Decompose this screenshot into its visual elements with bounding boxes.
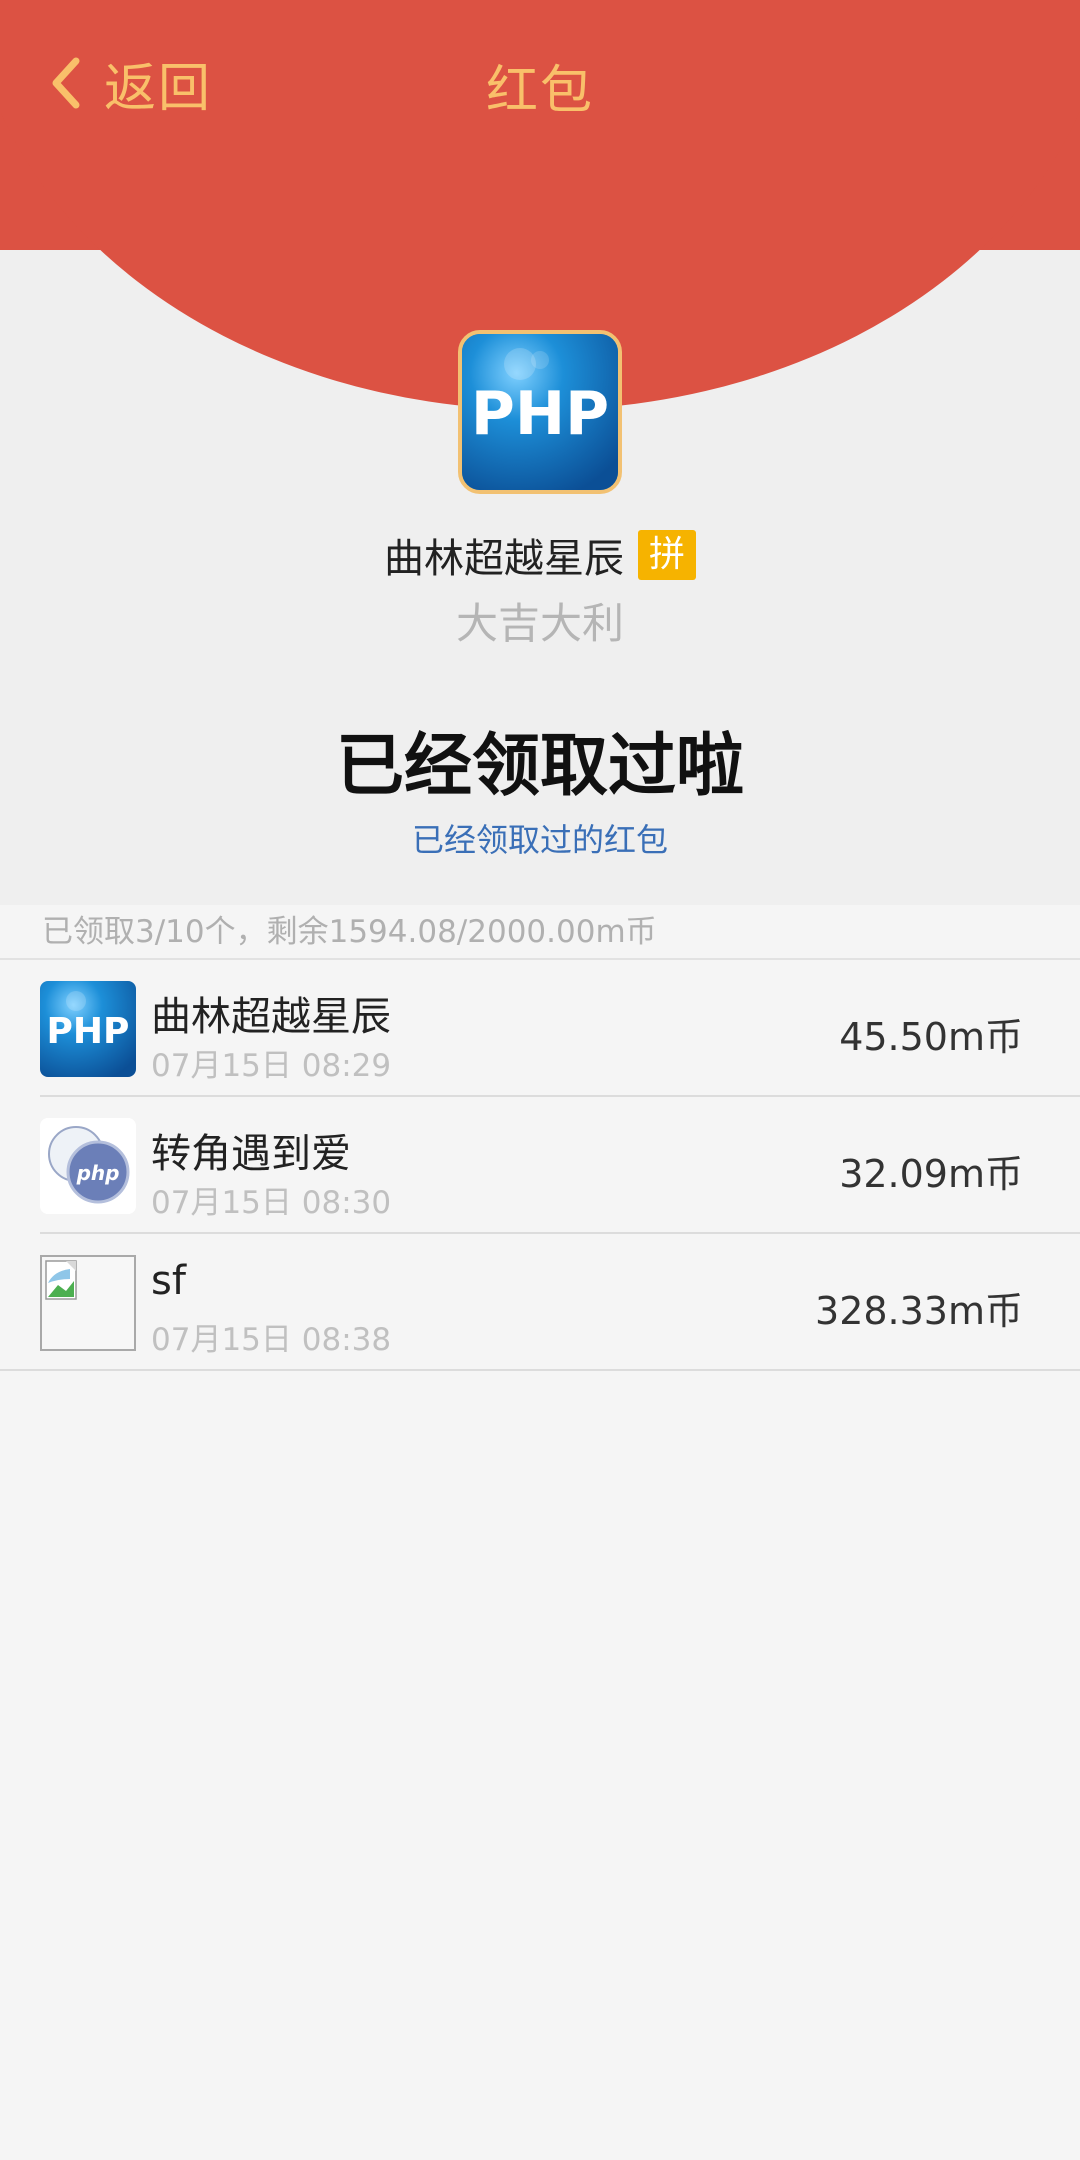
received-packets-link[interactable]: 已经领取过的红包 [0,815,1080,861]
greeting-message: 大吉大利 [455,599,624,648]
record-avatar [40,1255,136,1351]
broken-image-icon [40,1255,136,1351]
sender-avatar: PHP [458,330,622,494]
record-time: 07月15日 08:30 [151,1185,392,1221]
record-amount: 32.09m币 [839,1152,1023,1196]
status-title: 已经领取过啦 [335,727,744,806]
record-name: sf [151,1258,186,1304]
svg-text:PHP: PHP [471,379,609,449]
records-list: PHP 曲林超越星辰 07月15日 08:29 45.50m币 php 转角遇到… [0,960,1080,1371]
summary-text: 已领取3/10个，剩余1594.08/2000.00m币 [0,905,1080,960]
list-item[interactable]: php 转角遇到爱 07月15日 08:30 32.09m币 [40,1097,1080,1234]
record-amount: 328.33m币 [815,1289,1023,1333]
record-avatar: PHP [40,981,136,1077]
svg-text:PHP: PHP [47,1011,130,1052]
record-time: 07月15日 08:29 [151,1048,392,1084]
record-avatar: php [40,1118,136,1214]
php-logo-icon: PHP [40,981,136,1077]
pin-badge: 拼 [638,530,696,580]
svg-text:php: php [76,1161,120,1185]
sender-name: 曲林超越星辰 [384,536,624,582]
php-logo-icon: PHP [462,334,618,490]
sender-row: 曲林超越星辰 拼 [0,525,1080,585]
record-name: 曲林超越星辰 [151,994,391,1040]
page-title: 红包 [485,61,594,121]
list-item[interactable]: PHP 曲林超越星辰 07月15日 08:29 45.50m币 [40,960,1080,1097]
record-amount: 45.50m币 [839,1015,1023,1059]
navigation-bar: 返回 红包 [0,0,1080,165]
record-time: 07月15日 08:38 [151,1322,392,1358]
list-item[interactable]: sf 07月15日 08:38 328.33m币 [0,1234,1080,1371]
php-elephant-icon: php [40,1118,136,1214]
record-name: 转角遇到爱 [151,1131,351,1177]
